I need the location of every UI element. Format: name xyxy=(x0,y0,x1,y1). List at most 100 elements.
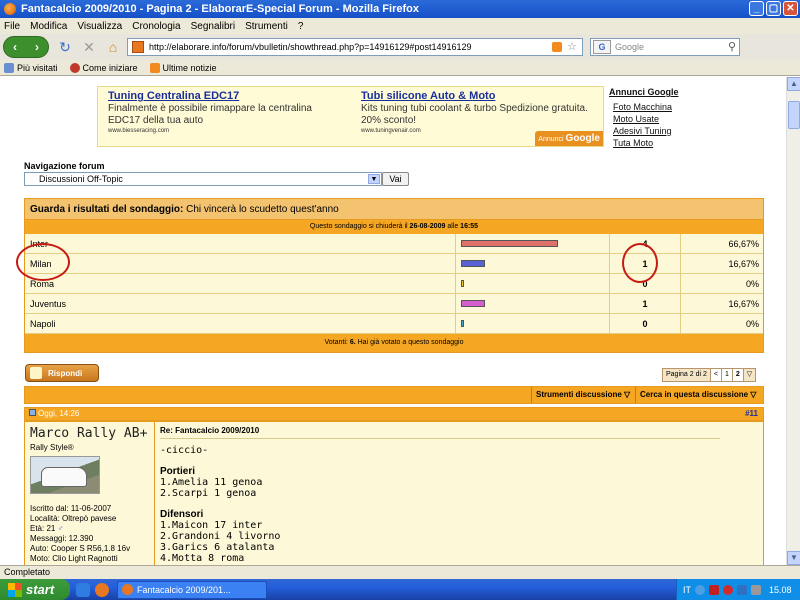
annotation-circle xyxy=(622,243,658,283)
back-forward-buttons[interactable]: ‹ › xyxy=(3,36,49,58)
poll-header: Guarda i risultati del sondaggio: Chi vi… xyxy=(25,199,763,220)
chevron-down-icon[interactable]: ▼ xyxy=(368,174,380,184)
google-engine-icon[interactable]: G xyxy=(593,40,611,54)
avatar xyxy=(30,456,100,494)
stop-icon[interactable]: ✕ xyxy=(81,39,97,55)
site-favicon xyxy=(132,41,144,53)
menu-visualizza[interactable]: Visualizza xyxy=(77,21,122,32)
navigation-toolbar: ‹ › ↻ ✕ ⌂ http://elaborare.info/forum/vbu… xyxy=(0,34,800,60)
bookmark-star-icon[interactable]: ☆ xyxy=(567,40,577,53)
poll-bar-cell xyxy=(455,314,609,334)
tray-icon[interactable] xyxy=(737,584,747,595)
home-icon[interactable]: ⌂ xyxy=(105,39,121,55)
poll-bar xyxy=(461,320,464,327)
side-ad-link[interactable]: Foto Macchina xyxy=(613,102,689,112)
side-ad-link[interactable]: Tuta Moto xyxy=(613,138,689,148)
search-thread-menu[interactable]: Cerca in questa discussione ▽ xyxy=(635,387,760,403)
poll-bar-cell xyxy=(455,234,609,254)
scroll-thumb[interactable] xyxy=(788,101,800,129)
back-icon[interactable]: ‹ xyxy=(13,40,17,54)
forum-navigation-label: Navigazione forum xyxy=(24,161,105,171)
maximize-button[interactable]: ▢ xyxy=(766,1,781,16)
forward-icon[interactable]: › xyxy=(35,40,39,54)
post-text: -ciccio- Portieri 1.Amelia 11 genoa 2.Sc… xyxy=(160,445,760,564)
menu-bar: File Modifica Visualizza Cronologia Segn… xyxy=(0,18,800,34)
reply-button[interactable]: Rispondi xyxy=(25,364,99,382)
ad-2-title[interactable]: Tubi silicone Auto & Moto xyxy=(361,90,591,102)
tray-icon[interactable] xyxy=(751,584,761,595)
ad-1-desc: Finalmente è possibile rimappare la cent… xyxy=(108,103,312,126)
clock: 15.08 xyxy=(769,584,792,595)
poll-header-label: Guarda i risultati del sondaggio xyxy=(30,204,181,215)
rss-icon xyxy=(149,62,160,73)
minimize-button[interactable]: _ xyxy=(749,1,764,16)
menu-modifica[interactable]: Modifica xyxy=(30,21,67,32)
scroll-up-icon[interactable]: ▲ xyxy=(787,77,800,91)
start-button[interactable]: start xyxy=(0,579,70,600)
tray-icon[interactable] xyxy=(709,584,719,595)
section-heading: Difensori xyxy=(160,509,204,520)
ad-1-url[interactable]: www.biesseracing.com xyxy=(108,128,338,134)
taskbar: start Fantacalcio 2009/201... IT 15.08 xyxy=(0,579,800,600)
poll-question: Chi vincerà lo scudetto quest'anno xyxy=(186,204,339,215)
taskbar-item-firefox[interactable]: Fantacalcio 2009/201... xyxy=(117,580,267,599)
search-icon[interactable]: ⚲ xyxy=(728,40,736,53)
windows-logo-icon xyxy=(8,582,22,597)
poll-percent: 0% xyxy=(680,274,765,294)
reload-icon[interactable]: ↻ xyxy=(57,39,73,55)
chevron-down-icon[interactable]: ▽ xyxy=(742,368,757,382)
poll-option-row: Napoli 0 0% xyxy=(25,314,763,334)
side-ads-heading[interactable]: Annunci Google xyxy=(609,87,689,97)
ad-2-desc: Kits tuning tubi coolant & turbo Spedizi… xyxy=(361,103,588,126)
ad-1[interactable]: Tuning Centralina EDC17 Finalmente è pos… xyxy=(108,90,338,134)
poll-option-name: Juventus xyxy=(30,299,67,309)
poll-percent: 66,67% xyxy=(680,234,765,254)
post-status-icon xyxy=(29,409,36,416)
menu-segnalibri[interactable]: Segnalibri xyxy=(191,21,235,32)
tray-icon[interactable] xyxy=(723,584,733,595)
search-box[interactable]: G Google ⚲ xyxy=(590,38,740,56)
page-nav: Pagina 2 di 2 < 1 2 ▽ xyxy=(662,368,757,382)
firefox-icon xyxy=(4,3,16,15)
forum-select-value[interactable]: Discussioni Off-Topic xyxy=(39,174,123,184)
menu-cronologia[interactable]: Cronologia xyxy=(132,21,180,32)
bookmark-latest-news[interactable]: Ultime notizie xyxy=(149,62,217,73)
poll-percent: 0% xyxy=(680,314,765,334)
bookmark-icon xyxy=(4,62,14,73)
post-number-link[interactable]: #11 xyxy=(745,409,758,418)
poll-percent: 16,67% xyxy=(680,294,765,314)
ads-by-google-badge[interactable]: Annunci Google xyxy=(535,131,603,146)
reply-icon xyxy=(30,367,42,379)
ad-2[interactable]: Tubi silicone Auto & Moto Kits tuning tu… xyxy=(361,90,591,134)
bookmark-getting-started[interactable]: Come iniziare xyxy=(69,62,138,73)
vertical-scrollbar[interactable]: ▲ ▼ xyxy=(786,77,800,565)
quicklaunch-icon[interactable] xyxy=(76,582,90,597)
window-title: Fantacalcio 2009/2010 - Pagina 2 - Elabo… xyxy=(21,3,419,15)
search-placeholder[interactable]: Google xyxy=(615,42,644,52)
username-link[interactable]: Marco Rally AB+ xyxy=(30,426,149,441)
menu-file[interactable]: File xyxy=(4,21,20,32)
menu-help[interactable]: ? xyxy=(298,21,304,32)
close-button[interactable]: ✕ xyxy=(783,1,798,16)
side-ad-link[interactable]: Moto Usate xyxy=(613,114,689,124)
forum-select[interactable]: Discussioni Off-Topic ▼ xyxy=(24,172,382,186)
side-ad-link[interactable]: Adesivi Tuning xyxy=(613,126,689,136)
bookmark-most-visited[interactable]: Più visitati xyxy=(4,62,58,73)
firefox-quicklaunch-icon[interactable] xyxy=(95,582,109,597)
annotation-circle xyxy=(16,243,70,281)
poll-votes: 1 xyxy=(609,294,680,314)
language-indicator[interactable]: IT xyxy=(683,585,691,595)
tray-icon[interactable] xyxy=(695,584,705,595)
url-text[interactable]: http://elaborare.info/forum/vbulletin/sh… xyxy=(149,42,472,52)
ad-1-title[interactable]: Tuning Centralina EDC17 xyxy=(108,90,338,102)
thread-tools-menu[interactable]: Strumenti discussione ▽ xyxy=(531,387,634,403)
scroll-down-icon[interactable]: ▼ xyxy=(787,551,800,565)
go-button[interactable]: Vai xyxy=(382,172,409,186)
post-date: Oggi, 14:26 xyxy=(29,409,79,418)
poll-bar xyxy=(461,280,464,287)
user-info-pane: Marco Rally AB+ Rally Style® Iscritto da… xyxy=(25,422,155,565)
menu-strumenti[interactable]: Strumenti xyxy=(245,21,288,32)
bookmark-icon xyxy=(69,62,80,73)
url-bar[interactable]: http://elaborare.info/forum/vbulletin/sh… xyxy=(127,38,583,56)
rss-icon[interactable] xyxy=(552,42,562,52)
